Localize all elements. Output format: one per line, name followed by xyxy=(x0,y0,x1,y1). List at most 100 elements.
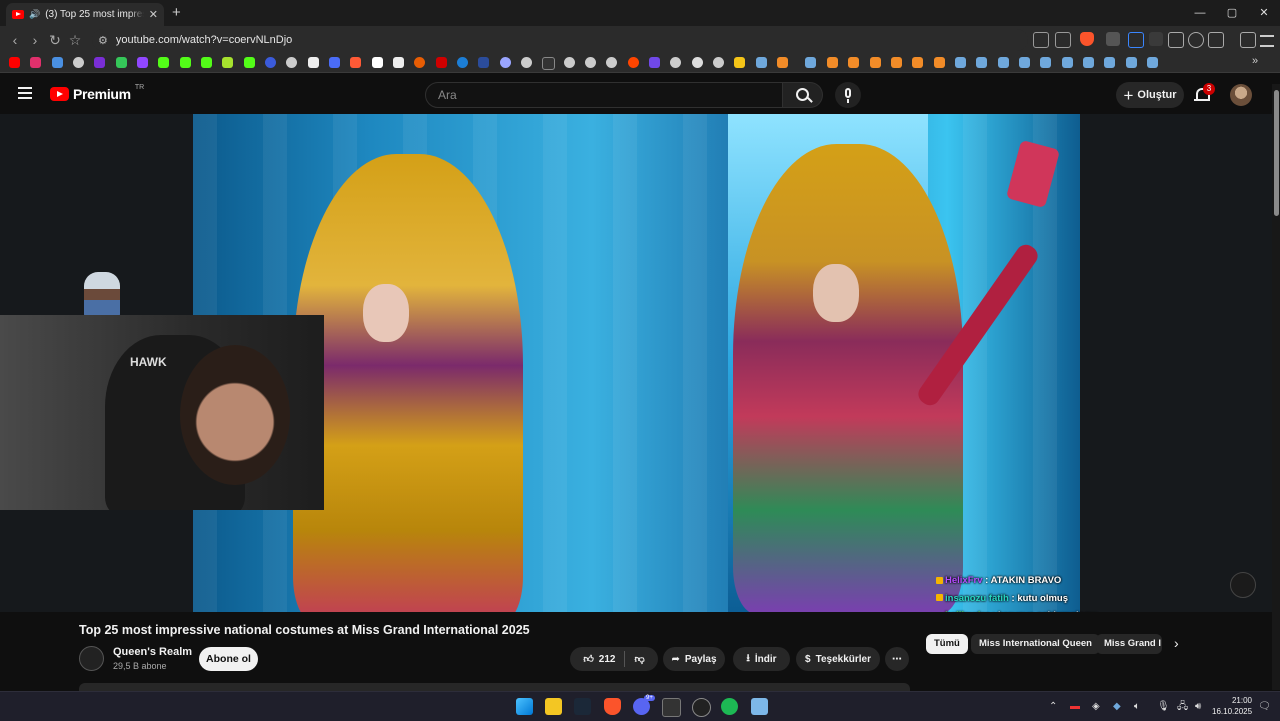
download-button[interactable]: ⭳ İndir xyxy=(733,647,790,671)
bookmark-icon[interactable] xyxy=(848,57,859,68)
bookmark-icon[interactable] xyxy=(414,57,425,68)
speaker-icon[interactable]: 🔊 xyxy=(29,9,40,20)
url-field[interactable]: ⚙ youtube.com/watch?v=coervNLnDjo xyxy=(92,29,1028,51)
bookmark-icon[interactable] xyxy=(912,57,923,68)
voice-search-icon[interactable] xyxy=(835,82,861,108)
chips-next-icon[interactable]: › xyxy=(1174,635,1179,651)
tray-volume-icon[interactable]: 🔈︎ xyxy=(1134,692,1140,721)
bookmark-icon[interactable] xyxy=(478,57,489,68)
chip-miss-international-queen[interactable]: Miss International Queen xyxy=(971,634,1100,654)
subscribe-button[interactable]: Abone ol xyxy=(199,647,258,671)
bookmark-icon[interactable] xyxy=(870,57,881,68)
bookmark-icon[interactable] xyxy=(350,57,361,68)
back-icon[interactable]: ‹ xyxy=(6,31,24,49)
bookmarks-overflow-icon[interactable]: » xyxy=(1252,55,1258,67)
share-icon[interactable] xyxy=(1055,32,1071,48)
bookmark-steam-icon[interactable] xyxy=(1040,57,1051,68)
bookmark-steam-icon[interactable] xyxy=(1083,57,1094,68)
bookmark-kick-icon[interactable] xyxy=(201,57,212,68)
bookmark-folder-icon[interactable] xyxy=(734,57,745,68)
bookmark-icon[interactable] xyxy=(891,57,902,68)
bookmark-icon[interactable] xyxy=(436,57,447,68)
notifications-bell-icon[interactable]: 3 xyxy=(1193,86,1211,104)
extension-wave-icon[interactable] xyxy=(1128,32,1144,48)
bookmark-icon[interactable] xyxy=(94,57,105,68)
bookmark-icon[interactable]: ☆ xyxy=(66,31,84,49)
bookmark-icon[interactable] xyxy=(564,57,575,68)
extension-box-icon[interactable] xyxy=(1168,32,1184,48)
bookmark-x-icon[interactable] xyxy=(308,57,319,68)
bookmark-steam-icon[interactable] xyxy=(1062,57,1073,68)
share-button[interactable]: ➦ Paylaş xyxy=(663,647,725,671)
start-menu-icon[interactable] xyxy=(516,698,533,715)
bookmark-twitch-icon[interactable] xyxy=(137,57,148,68)
bookmark-icon[interactable] xyxy=(542,57,555,70)
thanks-button[interactable]: $ Teşekkürler xyxy=(796,647,880,671)
bookmark-icon[interactable] xyxy=(649,57,660,68)
tray-overflow-icon[interactable]: ⌃ xyxy=(1049,692,1057,721)
brave-browser-icon[interactable] xyxy=(604,698,621,715)
brave-shields-icon[interactable] xyxy=(1080,32,1094,46)
bookmark-steam-icon[interactable] xyxy=(1126,57,1137,68)
minimize-button[interactable]: — xyxy=(1184,0,1216,26)
forward-icon[interactable]: › xyxy=(26,31,44,49)
bookmark-kick-icon[interactable] xyxy=(180,57,191,68)
menu-icon[interactable] xyxy=(1260,35,1274,47)
cast-icon[interactable] xyxy=(1033,32,1049,48)
scrollbar-thumb[interactable] xyxy=(1274,90,1279,216)
tray-steam-icon[interactable]: ◆ xyxy=(1113,692,1121,721)
create-button[interactable]: + Oluştur xyxy=(1116,82,1184,108)
bookmark-steam-icon[interactable] xyxy=(805,57,816,68)
bookmark-icon[interactable] xyxy=(265,57,276,68)
dislike-button[interactable]: 👎︎ xyxy=(634,653,644,665)
channel-name[interactable]: Queen's Realm xyxy=(113,646,192,658)
youtube-premium-logo[interactable]: Premium TR xyxy=(50,86,144,102)
browser-tab-youtube[interactable]: 🔊 (3) Top 25 most impressive national co… xyxy=(6,3,164,26)
extensions-puzzle-icon[interactable] xyxy=(1188,32,1204,48)
bookmark-kick-icon[interactable] xyxy=(158,57,169,68)
steam-icon[interactable] xyxy=(574,698,591,715)
reload-icon[interactable]: ↻ xyxy=(46,31,64,49)
tray-app-icon[interactable]: ◈ xyxy=(1092,692,1100,721)
bookmark-steam-icon[interactable] xyxy=(1104,57,1115,68)
video-player[interactable]: HAWK HelixFrv : ATAKIN BRAVOinsanozu fat… xyxy=(0,114,1272,612)
bookmark-icon[interactable] xyxy=(329,57,340,68)
hamburger-menu-icon[interactable] xyxy=(18,87,32,99)
notification-center-icon[interactable]: 🗨︎ xyxy=(1258,692,1271,721)
bookmark-icon[interactable] xyxy=(52,57,63,68)
like-button[interactable]: 👍︎ 212 xyxy=(583,653,615,665)
search-input[interactable] xyxy=(436,87,770,103)
tab-close-icon[interactable]: ✕ xyxy=(149,8,158,21)
sidebar-icon[interactable] xyxy=(1208,32,1224,48)
site-settings-icon[interactable]: ⚙ xyxy=(98,34,108,47)
bookmark-icon[interactable] xyxy=(521,57,532,68)
extension-gray-icon[interactable] xyxy=(1149,32,1163,46)
channel-avatar[interactable] xyxy=(79,646,104,671)
bookmark-icon[interactable] xyxy=(670,57,681,68)
bookmark-icon[interactable] xyxy=(692,57,703,68)
bookmark-reddit-icon[interactable] xyxy=(628,57,639,68)
bookmark-icon[interactable] xyxy=(606,57,617,68)
more-actions-button[interactable]: ⋯ xyxy=(885,647,909,671)
bookmark-steam-icon[interactable] xyxy=(1019,57,1030,68)
bookmark-steam-icon[interactable] xyxy=(976,57,987,68)
bookmark-steam-icon[interactable] xyxy=(756,57,767,68)
bookmark-instagram-icon[interactable] xyxy=(30,57,41,68)
chip-miss-grand[interactable]: Miss Grand I xyxy=(1096,634,1162,654)
bookmark-icon[interactable] xyxy=(777,57,788,68)
bookmark-icon[interactable] xyxy=(585,57,596,68)
maximize-button[interactable]: ▢ xyxy=(1216,0,1248,26)
close-window-button[interactable]: ✕ xyxy=(1248,0,1280,26)
bookmark-icon[interactable] xyxy=(457,57,468,68)
bookmark-icon[interactable] xyxy=(116,57,127,68)
bookmark-icon[interactable] xyxy=(73,57,84,68)
file-explorer-icon[interactable] xyxy=(545,698,562,715)
video-frame[interactable] xyxy=(193,114,1080,612)
new-tab-button[interactable]: + xyxy=(172,4,181,21)
bookmark-icon[interactable] xyxy=(372,57,383,68)
bookmark-icon[interactable] xyxy=(827,57,838,68)
bookmark-icon[interactable] xyxy=(934,57,945,68)
bookmark-icon[interactable] xyxy=(393,57,404,68)
bookmark-steam-icon[interactable] xyxy=(998,57,1009,68)
bookmark-steam-icon[interactable] xyxy=(1147,57,1158,68)
